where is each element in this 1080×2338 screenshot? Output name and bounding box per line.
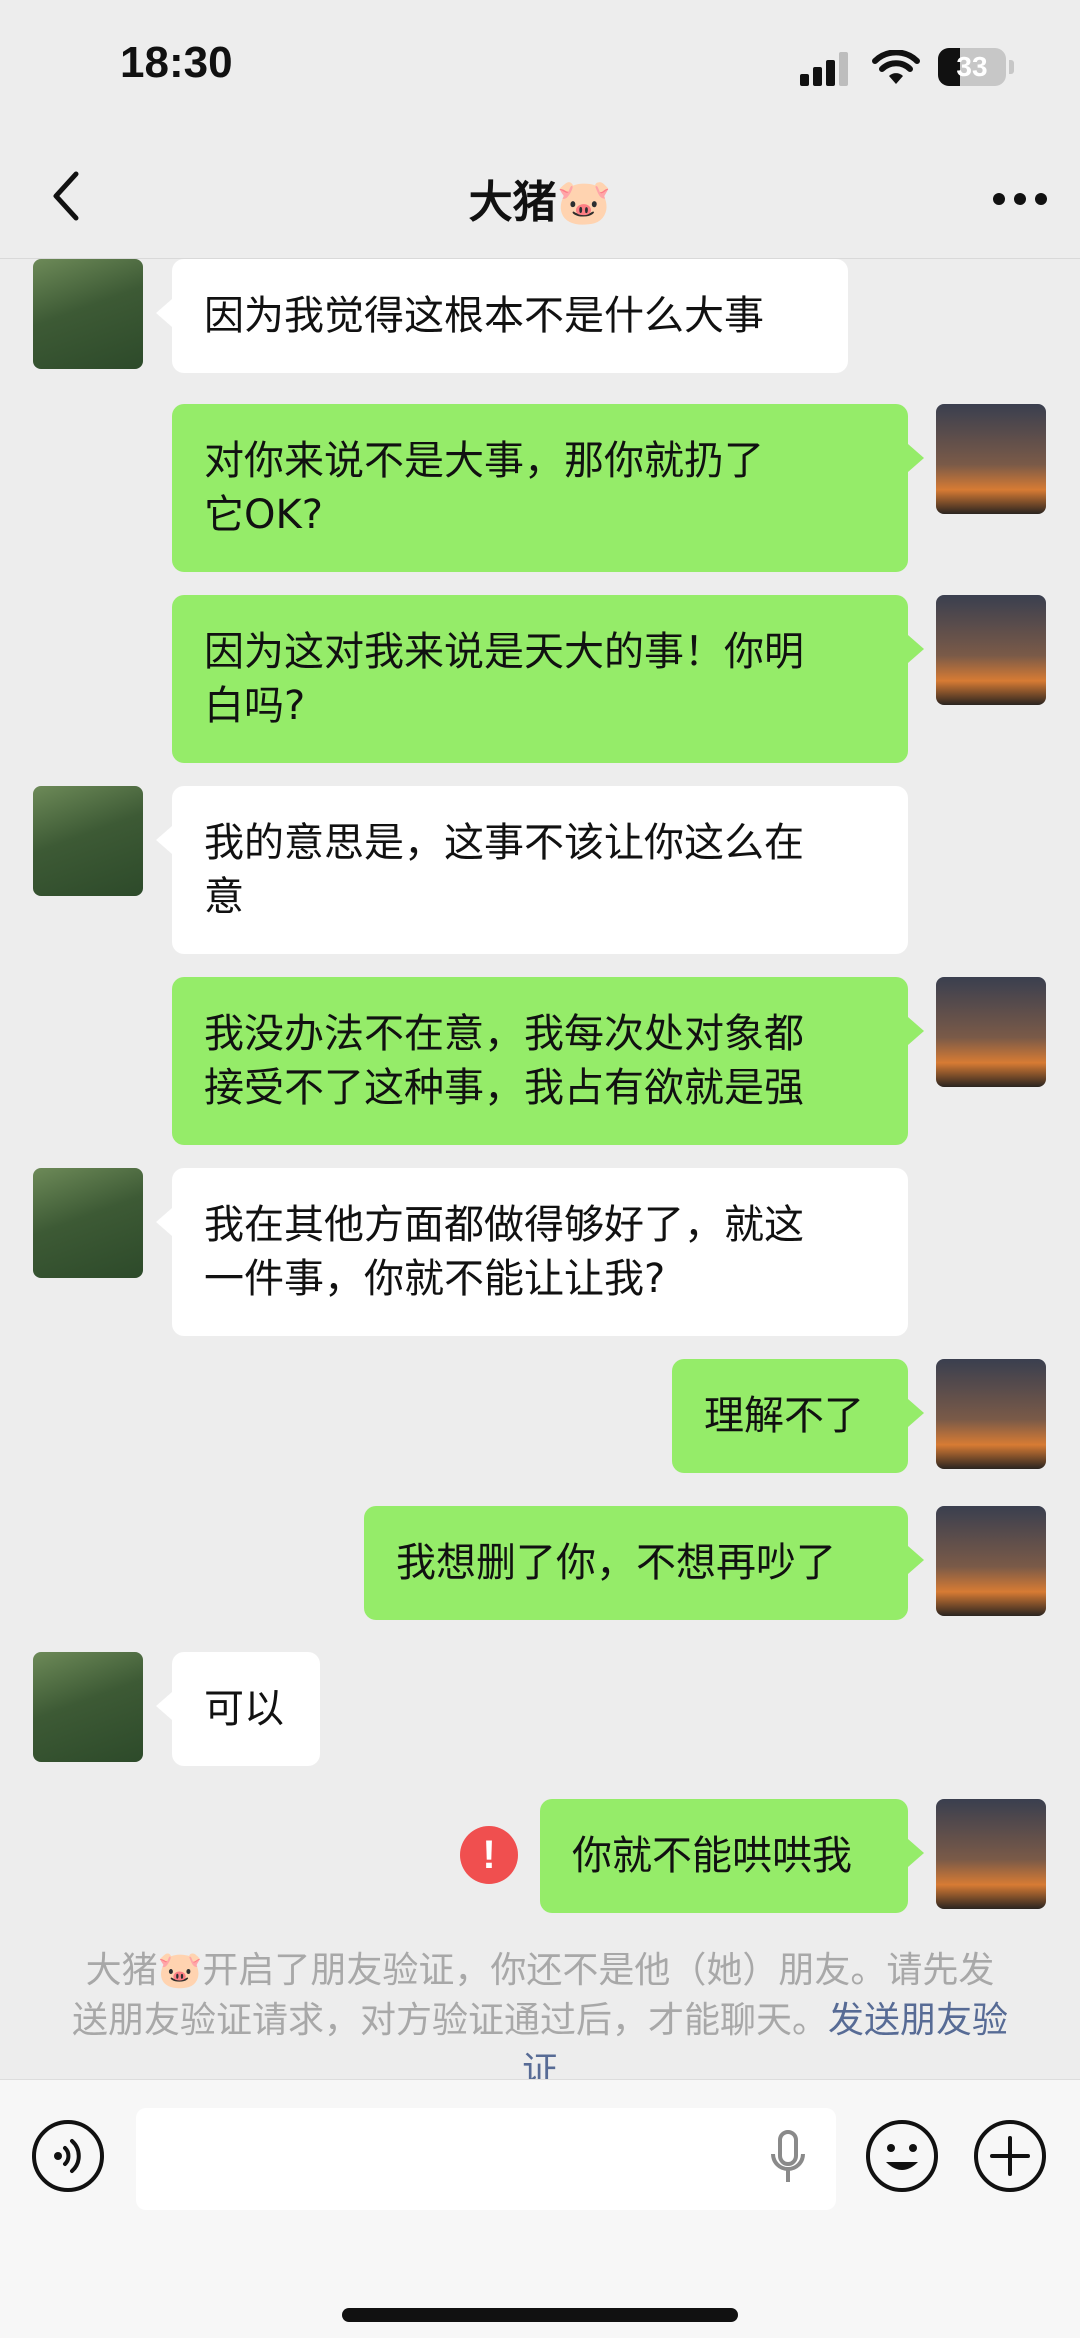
my-avatar[interactable] <box>936 1359 1046 1469</box>
friend-avatar[interactable] <box>33 1652 143 1762</box>
message-bubble[interactable]: 我想删了你，不想再吵了 <box>364 1506 924 1620</box>
plus-icon[interactable] <box>972 2118 1048 2194</box>
home-indicator <box>342 2308 738 2322</box>
message-bubble[interactable]: 可以 <box>156 1652 320 1766</box>
emoji-icon[interactable] <box>864 2118 940 2194</box>
my-avatar[interactable] <box>936 977 1046 1087</box>
my-avatar[interactable] <box>936 1799 1046 1909</box>
input-bar <box>0 2079 1080 2338</box>
my-avatar[interactable] <box>936 404 1046 514</box>
message-bubble[interactable]: 因为我觉得这根本不是什么大事 <box>156 259 848 373</box>
friend-avatar[interactable] <box>33 1168 143 1278</box>
message-bubble[interactable]: 理解不了 <box>672 1359 924 1473</box>
voice-icon[interactable] <box>30 2118 106 2194</box>
my-avatar[interactable] <box>936 1506 1046 1616</box>
status-bar: 18:30 33 <box>0 0 1080 140</box>
chat-header: 大猪🐷 <box>0 140 1080 259</box>
wifi-icon <box>872 50 920 84</box>
message-bubble[interactable]: 你就不能哄哄我 <box>540 1799 924 1913</box>
battery-cap <box>1009 60 1014 74</box>
message-bubble[interactable]: 因为这对我来说是天大的事！你明 白吗? <box>172 595 924 763</box>
friend-avatar[interactable] <box>33 259 143 369</box>
send-failed-icon[interactable]: ! <box>460 1826 518 1884</box>
microphone-icon[interactable] <box>768 2130 808 2186</box>
signal-icon <box>800 52 848 86</box>
status-time: 18:30 <box>120 38 233 87</box>
battery-indicator: 33 <box>938 48 1006 86</box>
message-bubble[interactable]: 我在其他方面都做得够好了，就这 一件事，你就不能让让我? <box>156 1168 908 1336</box>
message-list[interactable]: 因为我觉得这根本不是什么大事 对你来说不是大事，那你就扔了 它OK? 因为这对我… <box>0 259 1080 2079</box>
friend-avatar[interactable] <box>33 786 143 896</box>
message-bubble[interactable]: 我的意思是，这事不该让你这么在 意 <box>156 786 908 954</box>
message-bubble[interactable]: 我没办法不在意，我每次处对象都 接受不了这种事，我占有欲就是强 <box>172 977 924 1145</box>
chat-title: 大猪🐷 <box>468 177 612 228</box>
battery-percentage: 33 <box>956 51 988 82</box>
my-avatar[interactable] <box>936 595 1046 705</box>
message-bubble[interactable]: 对你来说不是大事，那你就扔了 它OK? <box>172 404 924 572</box>
message-input[interactable] <box>136 2108 836 2210</box>
friend-verification-notice: 大猪🐷开启了朋友验证，你还不是他（她）朋友。请先发送朋友验证请求，对方验证通过后… <box>70 1946 1010 2096</box>
more-dots-icon[interactable] <box>992 192 1048 206</box>
